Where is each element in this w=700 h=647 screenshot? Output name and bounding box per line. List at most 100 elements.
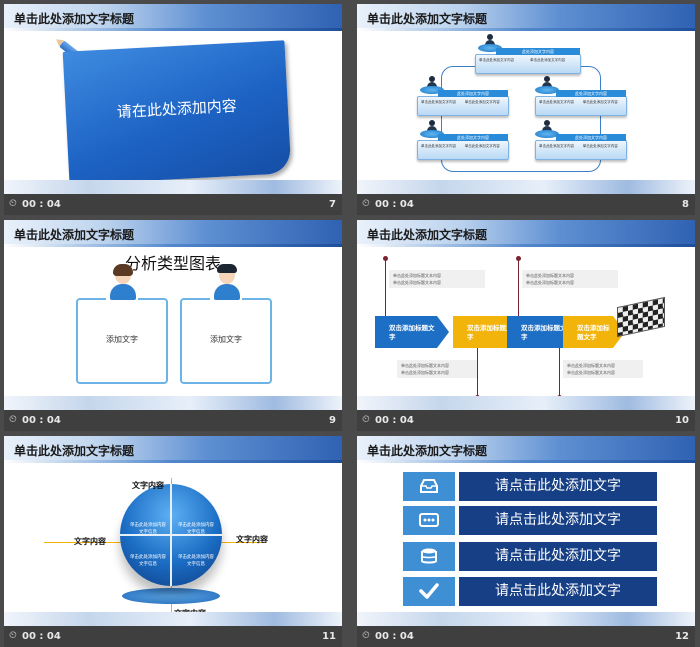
slide-number: 11: [322, 631, 336, 642]
slide-footer: [4, 396, 342, 410]
slide-title: 单击此处添加文字标题: [14, 12, 135, 26]
node-text: 单击此处添加文字内容: [421, 100, 456, 104]
timeline-note: 单击此处添加标题文本内容 单击此处添加标题文本内容: [563, 360, 643, 378]
slide-thumbnail-12[interactable]: 单击此处添加文字标题 请点击此处添加文字 请点击此处添加文字 请点击此处添加文字…: [357, 436, 695, 647]
slide-thumbnail-10[interactable]: 单击此处添加文字标题 单击此处添加标题文本内容 单击此处添加标题文本内容 单击此…: [357, 220, 695, 431]
panel-label: 添加文字: [210, 335, 242, 344]
node-text: 单击此处添加文字内容: [530, 58, 566, 62]
timer-icon: ⏲: [362, 414, 370, 425]
slide-number: 12: [675, 631, 689, 642]
list-row: 请点击此处添加文字: [403, 542, 657, 571]
slide-timing: 00 : 04: [375, 631, 414, 642]
slide-preview: 单击此处添加文字标题 此处添加文字内容 单击此处添加文字内容 单击此处添加文字内…: [357, 4, 695, 194]
slide-preview: 单击此处添加文字标题 单击此处添加内容文字信息 单击此处添加内容文字信息 单击此…: [4, 436, 342, 626]
slide-thumbnail-9[interactable]: 单击此处添加文字标题 分析类型图表 添加文字 添加文字 ⏲ 00 : 04 9: [4, 220, 342, 431]
slide-footer: [357, 396, 695, 410]
database-icon: [403, 542, 455, 571]
node-text: 单击此处添加文字内容: [479, 58, 514, 62]
label-right: 文字内容: [236, 535, 268, 544]
row-label: 请点击此处添加文字: [459, 506, 657, 535]
slide-timing: 00 : 04: [22, 415, 61, 426]
slide-footer: [4, 612, 342, 626]
timer-icon: ⏲: [362, 198, 370, 209]
slide-title: 单击此处添加文字标题: [14, 444, 135, 458]
slide-thumbnail-8[interactable]: 单击此处添加文字标题 此处添加文字内容 单击此处添加文字内容 单击此处添加文字内…: [357, 4, 695, 215]
content-card: 请在此处添加内容: [62, 40, 292, 185]
slide-timing: 00 : 04: [375, 199, 414, 210]
label-left: 文字内容: [74, 537, 106, 546]
quadrant-text: 单击此处添加内容文字信息: [130, 555, 166, 567]
node-header: 此处添加文字内容: [556, 90, 626, 97]
node-header: 此处添加文字内容: [438, 90, 508, 97]
list-row: 请点击此处添加文字: [403, 506, 657, 535]
slide-title: 单击此处添加文字标题: [367, 228, 488, 242]
card-icon: [403, 506, 455, 535]
process-step-3: 双击添加标题文字: [507, 316, 581, 348]
node-header: 此处添加文字内容: [496, 48, 580, 55]
sphere-base: [122, 588, 220, 604]
slide-footer: [357, 180, 695, 194]
row-label: 请点击此处添加文字: [459, 577, 657, 606]
node-header: 此处添加文字内容: [556, 134, 626, 141]
flow-node-right-2: 此处添加文字内容 单击此处添加文字内容 单击此处添加文字内容: [535, 134, 627, 160]
slide-preview: 单击此处添加文字标题 请点击此处添加文字 请点击此处添加文字 请点击此处添加文字…: [357, 436, 695, 626]
checkmark-icon: [403, 577, 455, 606]
slide-title: 单击此处添加文字标题: [367, 12, 488, 26]
list-row: 请点击此处添加文字: [403, 577, 657, 606]
row-label: 请点击此处添加文字: [459, 472, 657, 501]
list-row: 请点击此处添加文字: [403, 472, 657, 501]
timeline-connector: [516, 256, 521, 316]
slide-info-bar: ⏲ 00 : 04 10: [357, 410, 695, 431]
chart-heading: 分析类型图表: [124, 254, 221, 273]
info-panel-left: 添加文字: [76, 298, 168, 384]
timeline-connector: [557, 348, 562, 400]
row-label: 请点击此处添加文字: [459, 542, 657, 571]
inbox-icon: [403, 472, 455, 501]
slide-preview: 单击此处添加文字标题 分析类型图表 添加文字 添加文字: [4, 220, 342, 410]
quadrant-text: 单击此处添加内容文字信息: [178, 523, 214, 535]
slide-number: 10: [675, 415, 689, 426]
info-panel-right: 添加文字: [180, 298, 272, 384]
slide-title: 单击此处添加文字标题: [14, 228, 135, 242]
flow-node-right-1: 此处添加文字内容 单击此处添加文字内容 单击此处添加文字内容: [535, 90, 627, 116]
content-text: 请在此处添加内容: [116, 96, 238, 122]
slide-timing: 00 : 04: [375, 415, 414, 426]
node-text: 单击此处添加文字内容: [421, 144, 456, 148]
slide-info-bar: ⏲ 00 : 04 9: [4, 410, 342, 431]
slide-number: 7: [329, 199, 336, 210]
slide-info-bar: ⏲ 00 : 04 11: [4, 626, 342, 647]
timeline-note: 单击此处添加标题文本内容 单击此处添加标题文本内容: [522, 270, 618, 288]
timer-icon: ⏲: [362, 630, 370, 641]
slide-thumbnail-11[interactable]: 单击此处添加文字标题 单击此处添加内容文字信息 单击此处添加内容文字信息 单击此…: [4, 436, 342, 647]
flow-node-left-2: 此处添加文字内容 单击此处添加文字内容 单击此处添加文字内容: [417, 134, 509, 160]
slide-preview: 单击此处添加文字标题 请在此处添加内容: [4, 4, 342, 194]
timer-icon: ⏲: [9, 414, 17, 425]
timer-icon: ⏲: [9, 630, 17, 641]
timeline-note: 单击此处添加标题文本内容 单击此处添加标题文本内容: [389, 270, 485, 288]
flow-node-top: 此处添加文字内容 单击此处添加文字内容 单击此处添加文字内容: [475, 48, 581, 74]
timeline-connector: [383, 256, 388, 316]
node-text: 单击此处添加文字内容: [464, 144, 500, 148]
male-avatar-icon: [214, 264, 240, 300]
timer-icon: ⏲: [9, 198, 17, 209]
checkered-flag-icon: [617, 296, 665, 338]
process-step-4: 双击添加标题文字: [563, 316, 625, 348]
slide-info-bar: ⏲ 00 : 04 7: [4, 194, 342, 215]
slide-thumbnail-7[interactable]: 单击此处添加文字标题 请在此处添加内容 ⏲ 00 : 04 7: [4, 4, 342, 215]
node-text: 单击此处添加文字内容: [582, 100, 618, 104]
slide-footer: [357, 612, 695, 626]
node-text: 单击此处添加文字内容: [582, 144, 618, 148]
timeline-connector: [475, 348, 480, 400]
slide-number: 9: [329, 415, 336, 426]
node-text: 单击此处添加文字内容: [539, 144, 574, 148]
flow-node-left-1: 此处添加文字内容 单击此处添加文字内容 单击此处添加文字内容: [417, 90, 509, 116]
slide-info-bar: ⏲ 00 : 04 8: [357, 194, 695, 215]
slide-timing: 00 : 04: [22, 631, 61, 642]
panel-label: 添加文字: [106, 335, 138, 344]
timeline-note: 单击此处添加标题文本内容 单击此处添加标题文本内容: [397, 360, 477, 378]
quadrant-text: 单击此处添加内容文字信息: [130, 523, 166, 535]
slide-footer: [4, 180, 342, 194]
process-step-2: 双击添加标题文字: [453, 316, 527, 348]
node-text: 单击此处添加文字内容: [539, 100, 574, 104]
process-step-1: 双击添加标题文字: [375, 316, 449, 348]
